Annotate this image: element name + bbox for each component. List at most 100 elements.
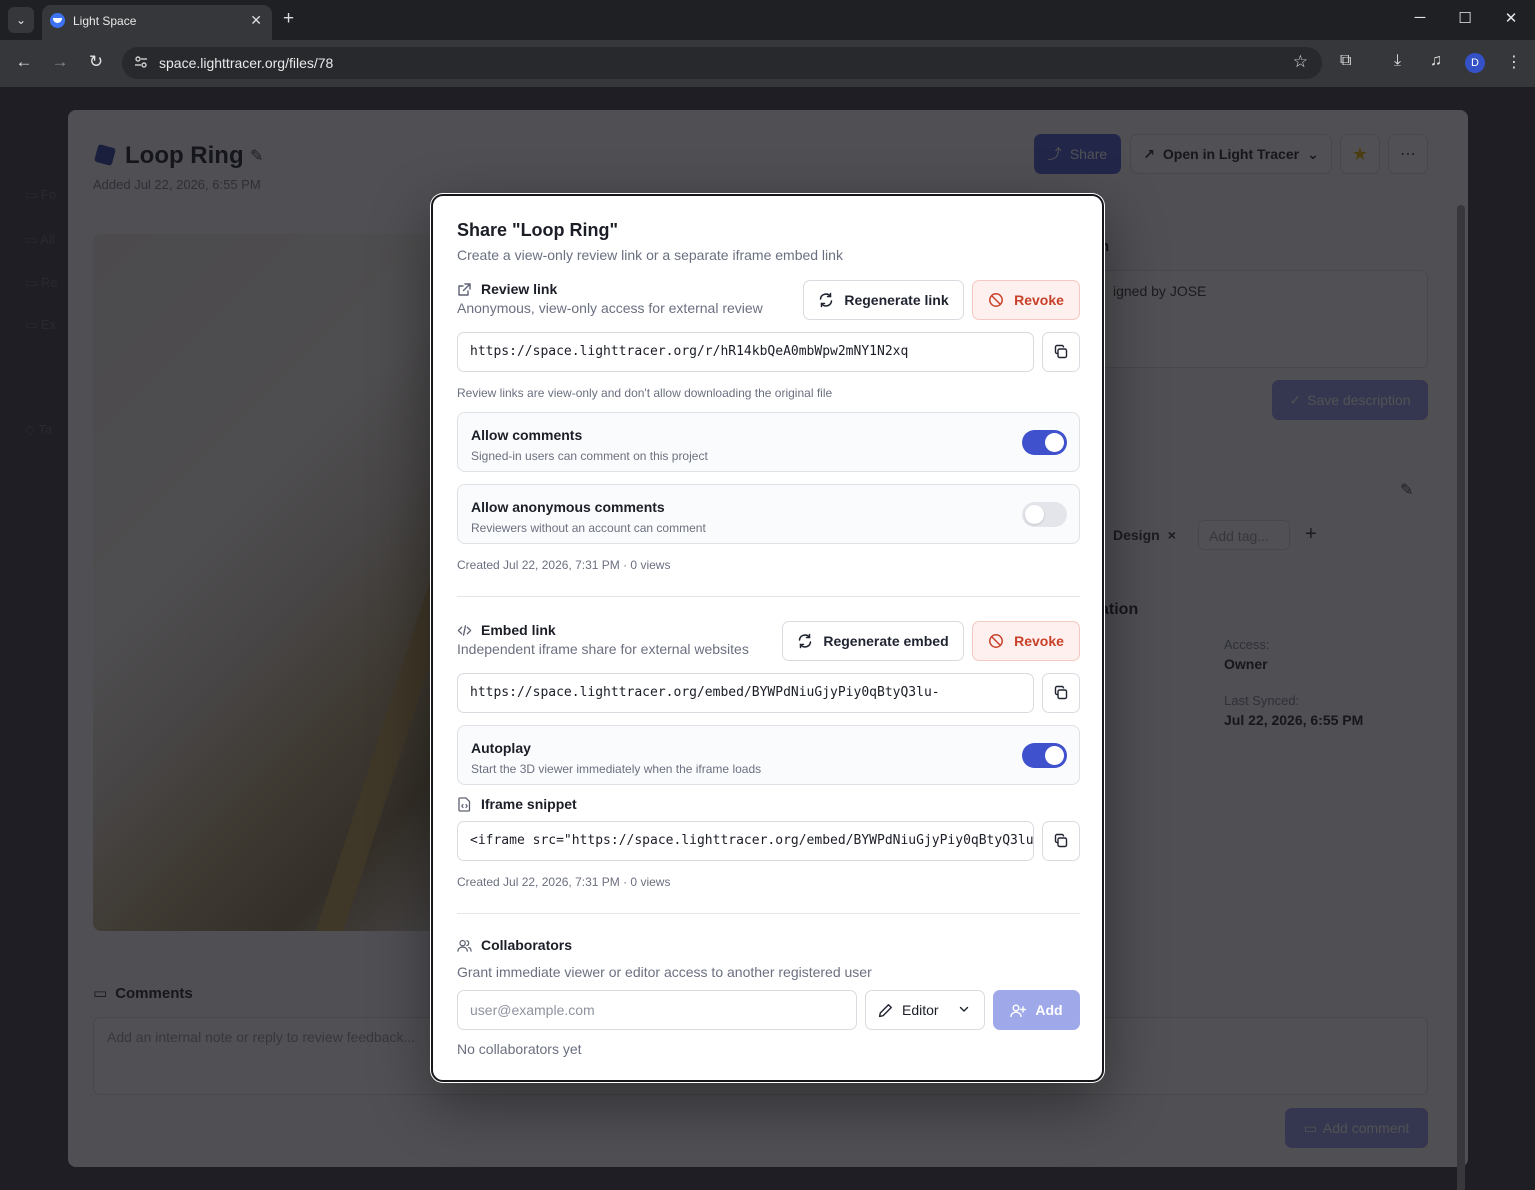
add-label: Add <box>1035 1002 1063 1018</box>
last-synced-value: Jul 22, 2026, 6:55 PM <box>1224 712 1364 728</box>
external-link-icon: ↗ <box>1143 145 1155 162</box>
sidebar-item: ▭ Fo <box>25 187 57 202</box>
role-select[interactable]: Editor <box>865 990 985 1030</box>
media-icon[interactable]: ♫ <box>1430 52 1442 70</box>
tab-search-button[interactable]: ⌄ <box>8 7 34 33</box>
comments-heading: ▭ Comments <box>93 984 193 1003</box>
sidebar-item: ◇ Ta <box>25 422 53 437</box>
site-info-icon[interactable] <box>134 55 148 69</box>
autoplay-title: Autoplay <box>471 740 531 756</box>
collaborator-email-input[interactable] <box>457 990 857 1030</box>
embed-link-subtitle: Independent iframe share for external we… <box>457 641 749 657</box>
dialog-subtitle: Create a view-only review link or a sepa… <box>457 247 843 263</box>
menu-icon[interactable]: ⋮ <box>1506 52 1522 72</box>
minimize-icon[interactable]: ─ <box>1405 9 1435 26</box>
toggle-knob <box>1045 746 1064 765</box>
comment-icon: ▭ <box>93 985 108 1002</box>
scrollbar[interactable] <box>1457 205 1465 1190</box>
profile-avatar[interactable]: D <box>1465 53 1485 73</box>
ban-icon <box>988 292 1004 308</box>
review-link-url-field[interactable]: https://space.lighttracer.org/r/hR14kbQe… <box>457 332 1034 372</box>
window-close-icon[interactable]: ✕ <box>1496 9 1526 27</box>
toggle-knob <box>1045 433 1064 452</box>
added-date: Added Jul 22, 2026, 6:55 PM <box>93 177 261 192</box>
autoplay-toggle[interactable] <box>1022 743 1067 768</box>
add-tag-input[interactable]: Add tag... <box>1198 520 1290 550</box>
embed-link-url-field[interactable]: https://space.lighttracer.org/embed/BYWP… <box>457 673 1034 713</box>
collaborators-title: Collaborators <box>481 937 573 953</box>
sidebar-item: ▭ All <box>25 232 55 247</box>
review-link-title: Review link <box>481 281 558 297</box>
review-link-heading: Review link <box>457 281 557 297</box>
remove-tag-icon[interactable]: × <box>1168 527 1176 543</box>
copy-iframe-snippet-button[interactable] <box>1042 821 1080 861</box>
address-bar[interactable]: space.lighttracer.org/files/78 ☆ <box>122 47 1322 79</box>
reload-icon[interactable]: ↻ <box>85 52 107 72</box>
last-synced-label: Last Synced: <box>1224 693 1300 708</box>
add-collaborator-button[interactable]: Add <box>993 990 1080 1030</box>
close-icon[interactable]: ✕ <box>250 12 262 29</box>
chevron-down-icon: ⌄ <box>15 13 27 27</box>
regenerate-link-button[interactable]: Regenerate link <box>803 280 964 320</box>
sidebar-item: ▭ Ex <box>25 317 57 332</box>
copy-review-link-button[interactable] <box>1042 332 1080 372</box>
allow-anonymous-comments-card: Allow anonymous comments Reviewers witho… <box>457 484 1080 544</box>
more-options-icon[interactable]: ⋯ <box>1388 134 1428 174</box>
maximize-icon[interactable]: ☐ <box>1450 9 1480 27</box>
regenerate-embed-label: Regenerate embed <box>823 633 949 649</box>
share-label: Share <box>1069 146 1108 162</box>
regenerate-link-label: Regenerate link <box>844 292 949 308</box>
extensions-icon[interactable]: ⧉ <box>1340 52 1351 70</box>
section-divider <box>457 913 1080 914</box>
share-icon: ⤴ <box>1047 146 1062 162</box>
iframe-snippet-field[interactable]: <iframe src="https://space.lighttracer.o… <box>457 821 1034 861</box>
allow-comments-subtitle: Signed-in users can comment on this proj… <box>471 449 708 463</box>
access-label: Access: <box>1224 637 1270 652</box>
open-in-light-tracer-button[interactable]: ↗ Open in Light Tracer ⌄ <box>1130 134 1332 174</box>
download-icon[interactable]: ⤓ <box>1394 52 1401 70</box>
avatar-letter: D <box>1471 57 1479 69</box>
description-textarea[interactable]: igned by JOSE <box>1100 270 1428 368</box>
revoke-embed-link-button[interactable]: Revoke <box>972 621 1080 661</box>
regenerate-embed-button[interactable]: Regenerate embed <box>782 621 964 661</box>
no-collaborators-text: No collaborators yet <box>457 1041 582 1057</box>
back-icon[interactable]: ← <box>13 52 35 72</box>
ban-icon <box>988 633 1004 649</box>
tag-label: Design <box>1113 527 1160 543</box>
code-icon <box>457 623 472 638</box>
refresh-icon <box>818 292 834 308</box>
revoke-label: Revoke <box>1014 633 1064 649</box>
revoke-review-link-button[interactable]: Revoke <box>972 280 1080 320</box>
open-label: Open in Light Tracer <box>1162 146 1300 162</box>
bookmark-star-icon[interactable]: ☆ <box>1293 52 1308 72</box>
page-title: Loop Ring <box>125 142 244 169</box>
copy-icon <box>1053 344 1069 360</box>
edit-tags-icon[interactable]: ✎ <box>1400 480 1413 500</box>
add-comment-label: Add comment <box>1322 1120 1410 1136</box>
review-link-created: Created Jul 22, 2026, 7:31 PM · 0 views <box>457 558 671 572</box>
review-link-note: Review links are view-only and don't all… <box>457 386 833 400</box>
embed-link-url: https://space.lighttracer.org/embed/BYWP… <box>470 685 940 700</box>
favorite-star-icon[interactable]: ★ <box>1340 134 1380 174</box>
save-description-button[interactable]: ✓ Save description <box>1272 380 1428 420</box>
iframe-snippet-heading: Iframe snippet <box>457 796 577 812</box>
share-button[interactable]: ⤴ Share <box>1034 134 1121 174</box>
copy-embed-link-button[interactable] <box>1042 673 1080 713</box>
add-comment-button[interactable]: ▭ Add comment <box>1285 1108 1428 1148</box>
url-text: space.lighttracer.org/files/78 <box>159 55 334 71</box>
collaborators-subtitle: Grant immediate viewer or editor access … <box>457 964 872 980</box>
allow-comments-toggle[interactable] <box>1022 430 1067 455</box>
browser-tab[interactable]: Light Space ✕ <box>42 5 272 40</box>
embed-link-heading: Embed link <box>457 622 556 638</box>
info-section-title: ation <box>1100 601 1139 618</box>
access-value: Owner <box>1224 656 1268 672</box>
chevron-down-icon: ⌄ <box>1307 145 1319 162</box>
add-tag-plus-icon[interactable]: + <box>1305 523 1317 546</box>
edit-title-icon[interactable]: ✎ <box>250 146 263 166</box>
forward-icon[interactable]: → <box>49 52 71 72</box>
new-tab-plus-icon[interactable]: + <box>283 8 294 30</box>
external-link-icon <box>457 282 472 297</box>
allow-anonymous-comments-toggle[interactable] <box>1022 502 1067 527</box>
check-circle-icon: ✓ <box>1289 391 1302 408</box>
toggle-knob <box>1025 505 1044 524</box>
